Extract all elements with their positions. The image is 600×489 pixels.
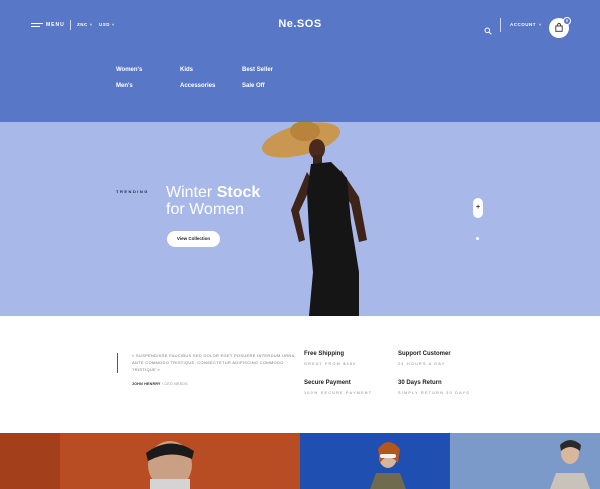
feature-subtitle: GREAT FROM $450 [304, 362, 357, 366]
cart-icon [555, 23, 563, 32]
chevron-down-icon: ˅ [112, 22, 115, 27]
hero-title-light: Winter [166, 184, 213, 201]
nav-link-mens[interactable]: Men's [116, 83, 133, 89]
nav-link-womens[interactable]: Women's [116, 67, 142, 73]
testimonial-quote: « SUSPENDISSE FAUCIBUS SED DOLOR EGET PO… [132, 353, 296, 372]
cart-count-badge: 0 [563, 17, 571, 25]
feature-title: Support Customer [398, 351, 451, 357]
quote-bar [117, 353, 118, 373]
feature-subtitle: SIMPLY RETURN 30 DAYS [398, 391, 471, 395]
nav-link-sale-off[interactable]: Sale Off [242, 83, 265, 89]
category-banner-kids[interactable] [450, 433, 600, 489]
account-label: ACCOUNT [510, 22, 536, 27]
hero-banner: TRENDING Winter Stock for Women View Col… [0, 122, 600, 316]
feature-title: Secure Payment [304, 380, 351, 386]
feature-title: Free Shipping [304, 351, 345, 357]
search-icon[interactable] [484, 22, 492, 35]
nav-link-kids[interactable]: Kids [180, 67, 193, 73]
site-logo[interactable]: Ne.SOS [270, 18, 330, 30]
divider [500, 18, 501, 32]
banner-photo-kids [450, 433, 600, 489]
banner-photo-men [0, 433, 300, 489]
chevron-down-icon: ˅ [539, 22, 542, 27]
banner-photo-women [300, 433, 450, 489]
nav-link-best-seller[interactable]: Best Seller [242, 67, 273, 73]
testimonial-author: JOHN HENRRY / CEO NESOS [132, 382, 188, 386]
category-banner-women[interactable] [300, 433, 450, 489]
hero-title: Winter Stock for Women [166, 184, 260, 218]
menu-label[interactable]: MENU [46, 22, 65, 28]
slider-dot[interactable] [476, 237, 479, 240]
hero-title-line2: for Women [166, 201, 244, 218]
hero-model-image [255, 122, 390, 316]
currency-select[interactable]: USD ˅ [99, 22, 115, 27]
hero-tag: TRENDING [116, 189, 149, 194]
feature-subtitle: 100% SECURE PAYMENT [304, 391, 373, 395]
feature-title: 30 Days Return [398, 380, 442, 386]
category-banner-men[interactable] [0, 433, 300, 489]
chevron-down-icon: ˅ [89, 22, 93, 27]
hero-title-bold: Stock [216, 184, 261, 201]
author-role: / CEO NESOS [161, 382, 188, 386]
author-name: JOHN HENRRY [132, 382, 161, 386]
plus-icon[interactable]: + [473, 198, 483, 218]
account-menu[interactable]: ACCOUNT ˅ [510, 22, 542, 27]
view-collection-button[interactable]: View Collection [167, 231, 220, 247]
language-label: ZNC [77, 22, 88, 27]
language-select[interactable]: ZNC ˅ [77, 22, 93, 27]
currency-label: USD [99, 22, 111, 27]
hamburger-icon[interactable] [31, 23, 43, 29]
site-header: MENU ZNC ˅ USD ˅ Ne.SOS ACCOUNT ˅ 0 Women's… [0, 0, 600, 122]
nav-link-accessories[interactable]: Accessories [180, 83, 215, 89]
feature-subtitle: 24 HOURS A DAY [398, 362, 446, 366]
divider [70, 20, 71, 30]
